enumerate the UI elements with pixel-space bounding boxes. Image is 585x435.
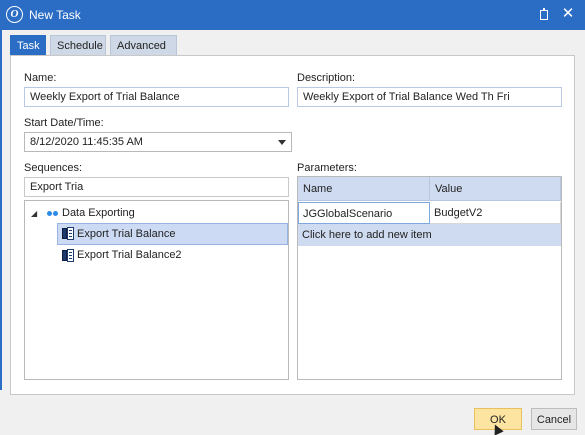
tree-node-data-exporting[interactable]: ◢ Data Exporting	[29, 203, 284, 225]
tree-item-label: Export Trial Balance2	[77, 249, 182, 261]
tree-item-label: Export Trial Balance	[77, 228, 176, 240]
collapse-triangle-icon[interactable]: ◢	[31, 209, 37, 218]
param-name-cell[interactable]: JGGlobalScenario	[298, 202, 430, 224]
tab-schedule[interactable]: Schedule	[50, 35, 106, 55]
sequence-icon	[62, 249, 74, 262]
sequence-icon	[62, 227, 74, 240]
start-datetime-select[interactable]: 8/12/2020 11:45:35 AM	[24, 132, 292, 152]
tree-item-export-trial-balance2[interactable]: Export Trial Balance2	[57, 245, 288, 267]
add-new-item-row[interactable]: Click here to add new item	[298, 224, 561, 246]
param-value-cell[interactable]: BudgetV2	[430, 202, 561, 224]
sequences-filter-input[interactable]: Export Tria	[24, 177, 289, 197]
folder-dots-icon	[47, 211, 59, 217]
dropdown-arrow-icon[interactable]	[278, 140, 286, 145]
name-label: Name:	[24, 72, 57, 84]
start-datetime-value: 8/12/2020 11:45:35 AM	[30, 136, 143, 148]
parameters-label: Parameters:	[297, 162, 357, 174]
start-datetime-label: Start Date/Time:	[24, 117, 104, 129]
title-bar: O New Task ✕	[0, 0, 585, 30]
close-icon[interactable]: ✕	[559, 5, 577, 23]
sequences-label: Sequences:	[24, 162, 83, 174]
tab-advanced[interactable]: Advanced	[110, 35, 177, 55]
window-title: New Task	[29, 8, 81, 22]
parameters-grid: Name Value JGGlobalScenario BudgetV2 Cli…	[297, 176, 562, 380]
app-logo-icon: O	[6, 6, 23, 23]
restore-icon[interactable]	[536, 7, 552, 23]
description-field[interactable]: Weekly Export of Trial Balance Wed Th Fr…	[297, 87, 562, 107]
tree-node-label: Data Exporting	[62, 207, 135, 219]
tree-item-export-trial-balance[interactable]: Export Trial Balance	[57, 223, 288, 245]
column-header-value[interactable]: Value	[430, 177, 561, 201]
sequences-tree: ◢ Data Exporting Export Trial Balance Ex…	[24, 200, 289, 380]
description-label: Description:	[297, 72, 356, 84]
cancel-button[interactable]: Cancel	[531, 408, 577, 430]
window-border	[0, 30, 2, 390]
name-field[interactable]: Weekly Export of Trial Balance	[24, 87, 289, 107]
tab-task[interactable]: Task	[10, 35, 46, 55]
column-header-name[interactable]: Name	[298, 177, 430, 201]
